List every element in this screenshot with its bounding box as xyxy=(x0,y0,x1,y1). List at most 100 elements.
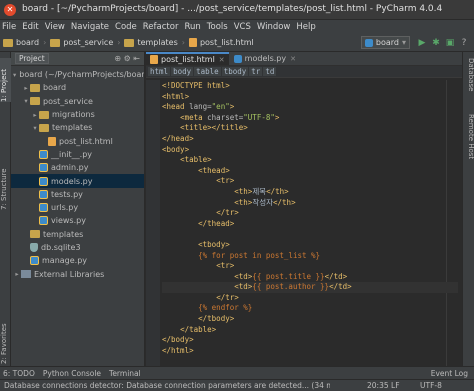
code-line: <meta charset="UTF-8"> xyxy=(162,113,458,124)
close-window-icon[interactable]: ✕ xyxy=(4,4,16,16)
tag-crumb[interactable]: html xyxy=(148,67,171,76)
tree-item[interactable]: ▸ External Libraries xyxy=(11,267,144,280)
expand-arrow-icon[interactable]: ▾ xyxy=(31,124,39,132)
close-tab-icon[interactable]: ✕ xyxy=(290,55,296,63)
tree-item-label: External Libraries xyxy=(34,269,105,279)
tree-item[interactable]: ▸ board xyxy=(11,81,144,94)
left-tool-strip: 1: Project 7: Structure 2: Favorites xyxy=(0,52,11,366)
todo-tool-tab[interactable]: 6: TODO xyxy=(3,369,35,378)
tree-item[interactable]: post_list.html xyxy=(11,134,144,147)
tree-item[interactable]: __init__.py xyxy=(11,148,144,161)
menu-file[interactable]: File xyxy=(2,22,16,32)
code-token: lang= xyxy=(189,102,212,112)
code-line: {% for post in post_list %} xyxy=(162,251,458,262)
event-log-tool-tab[interactable]: Event Log xyxy=(431,369,468,378)
breadcrumb-item[interactable]: post_service › xyxy=(50,38,120,47)
menu-edit[interactable]: Edit xyxy=(22,22,38,32)
menu-code[interactable]: Code xyxy=(115,22,137,32)
breadcrumb-item[interactable]: board › xyxy=(3,38,46,47)
menu-window[interactable]: Window xyxy=(257,22,291,32)
python-file-icon xyxy=(39,149,48,159)
run-icon[interactable]: ▶ xyxy=(416,37,428,49)
code-line: <tbody> xyxy=(162,240,458,251)
breadcrumb-item[interactable]: post_list.html xyxy=(188,38,254,47)
editor: post_list.html ✕ models.py ✕ html body table t… xyxy=(146,52,462,366)
code-token: <th> xyxy=(234,186,253,196)
code-token: {% for post in post_list %} xyxy=(198,250,321,260)
python-file-icon xyxy=(39,163,48,173)
folder-icon xyxy=(50,38,61,47)
menu-help[interactable]: Help xyxy=(296,22,315,32)
menu-navigate[interactable]: Navigate xyxy=(71,22,109,32)
tree-item[interactable]: models.py xyxy=(11,174,144,188)
tree-item[interactable]: ▾ post_service xyxy=(11,95,144,108)
run-configuration-select[interactable]: board ▾ xyxy=(360,36,410,49)
help-icon[interactable]: ? xyxy=(458,37,470,49)
tree-item[interactable]: ▾ templates xyxy=(11,121,144,134)
remote-host-tool-tab[interactable]: Remote Host xyxy=(464,114,474,164)
project-tool-tab[interactable]: 1: Project xyxy=(0,58,11,102)
tree-item[interactable]: admin.py xyxy=(11,161,144,174)
tree-item[interactable]: views.py xyxy=(11,214,144,227)
menu-refactor[interactable]: Refactor xyxy=(143,22,179,32)
html-file-icon xyxy=(48,136,56,146)
tree-item[interactable]: tests.py xyxy=(11,188,144,201)
code-token: </tr> xyxy=(216,292,239,302)
line-separator[interactable]: LF xyxy=(391,381,400,390)
code-token: <thead> xyxy=(198,165,230,175)
structure-tool-tab[interactable]: 7: Structure xyxy=(0,160,11,210)
tag-crumb[interactable]: tr xyxy=(249,67,263,76)
tree-item[interactable]: ▾ board (~/PycharmProjects/board xyxy=(11,68,144,81)
project-view-select[interactable]: Project xyxy=(15,53,49,64)
collapse-arrow-icon[interactable]: ▸ xyxy=(13,270,21,278)
tag-crumb[interactable]: tbody xyxy=(221,67,249,76)
tree-item[interactable]: urls.py xyxy=(11,201,144,214)
tag-crumb[interactable]: td xyxy=(263,67,277,76)
caret-position[interactable]: 20:35 LF xyxy=(367,381,400,390)
tag-crumb[interactable]: body xyxy=(171,67,194,76)
panel-settings-icon[interactable]: ⊕ ⚙ ⇤ xyxy=(114,54,140,63)
collapse-arrow-icon[interactable]: ▸ xyxy=(31,111,39,119)
coverage-icon[interactable]: ▣ xyxy=(444,37,456,49)
code-area[interactable]: <!DOCTYPE html> <html> <head lang="en"> <m… xyxy=(162,81,458,356)
expand-arrow-icon[interactable]: ▾ xyxy=(22,97,30,105)
editor-tab[interactable]: post_list.html ✕ xyxy=(146,52,229,65)
code-token: <tbody> xyxy=(198,239,230,249)
expand-arrow-icon[interactable]: ▾ xyxy=(13,71,16,79)
python-console-tool-tab[interactable]: Python Console xyxy=(43,369,101,378)
code-line: <tr> xyxy=(162,261,458,272)
code-line: </thead> xyxy=(162,219,458,230)
tree-item[interactable]: templates xyxy=(11,228,144,241)
editor-tab[interactable]: models.py ✕ xyxy=(230,52,300,65)
code-token: </tbody> xyxy=(198,314,235,324)
tag-crumb[interactable]: table xyxy=(194,67,221,76)
close-tab-icon[interactable]: ✕ xyxy=(219,56,225,64)
menu-vcs[interactable]: VCS xyxy=(234,22,251,32)
code-line: </tr> xyxy=(162,208,458,219)
database-tool-tab[interactable]: Database xyxy=(464,58,474,98)
status-message[interactable]: Database connections detector: Database … xyxy=(0,381,330,390)
terminal-tool-tab[interactable]: Terminal xyxy=(109,369,141,378)
tree-item[interactable]: ▸ migrations xyxy=(11,108,144,121)
tree-item[interactable]: db.sqlite3 xyxy=(11,241,144,254)
menu-tools[interactable]: Tools xyxy=(207,22,228,32)
menu-view[interactable]: View xyxy=(45,22,65,32)
favorites-tool-tab[interactable]: 2: Favorites xyxy=(0,314,11,364)
tag-breadcrumb: html body table tbody tr td xyxy=(146,66,462,78)
code-line: {% endfor %} xyxy=(162,303,458,314)
debug-icon[interactable]: ✱ xyxy=(430,37,442,49)
code-token: <meta xyxy=(180,112,208,122)
file-encoding[interactable]: UTF-8 xyxy=(420,381,442,390)
tree-item[interactable]: manage.py xyxy=(11,254,144,267)
breadcrumb-item[interactable]: templates › xyxy=(124,38,185,47)
collapse-arrow-icon[interactable]: ▸ xyxy=(22,84,30,92)
python-file-icon xyxy=(30,256,39,266)
folder-icon xyxy=(39,123,49,132)
menu-run[interactable]: Run xyxy=(184,22,200,32)
